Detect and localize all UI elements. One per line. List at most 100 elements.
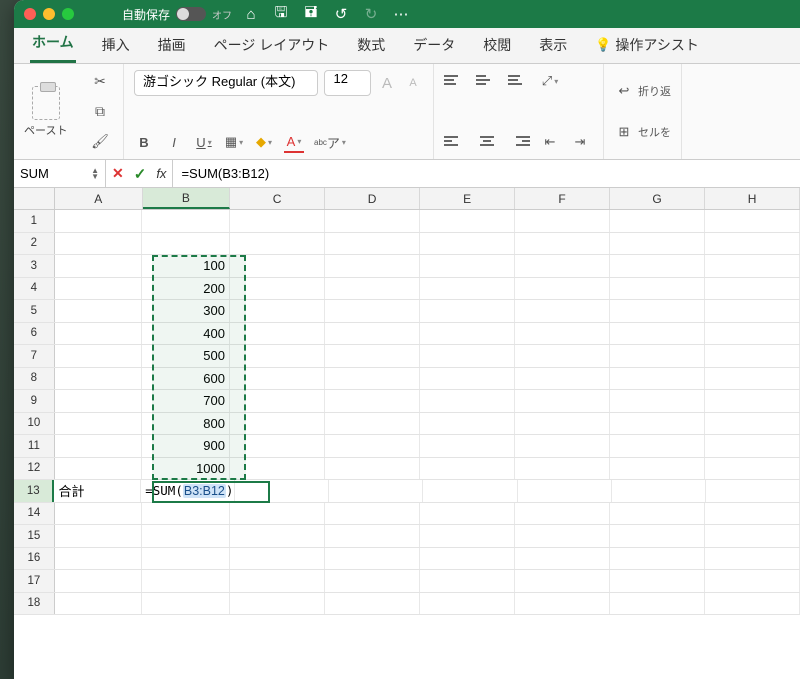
fill-color-button[interactable]: ◆▾	[254, 131, 274, 153]
cell-D2[interactable]	[325, 233, 420, 255]
cell-C12[interactable]	[230, 458, 325, 480]
save-as-icon[interactable]: 🖬	[300, 2, 322, 27]
save-icon[interactable]: 🖫	[270, 2, 292, 27]
row-header-9[interactable]: 9	[14, 390, 55, 412]
cell-C9[interactable]	[230, 390, 325, 412]
cancel-formula-icon[interactable]: ✕	[112, 165, 124, 182]
zoom-icon[interactable]	[62, 8, 74, 20]
col-header-B[interactable]: B	[143, 188, 231, 209]
cell-E14[interactable]	[420, 503, 515, 525]
name-box[interactable]: SUM ▲▼	[14, 160, 106, 187]
increase-font-icon[interactable]: A	[377, 72, 397, 94]
cell-H16[interactable]	[705, 548, 800, 570]
cell-C6[interactable]	[230, 323, 325, 345]
cell-G12[interactable]	[610, 458, 705, 480]
cell-F7[interactable]	[515, 345, 610, 367]
cell-F18[interactable]	[515, 593, 610, 615]
col-header-A[interactable]: A	[55, 188, 143, 209]
cell-A13[interactable]: 合計	[54, 480, 141, 502]
cell-H14[interactable]	[705, 503, 800, 525]
cell-D16[interactable]	[325, 548, 420, 570]
cell-A8[interactable]	[55, 368, 143, 390]
align-middle-icon[interactable]	[476, 70, 498, 90]
cell-B12[interactable]: 1000	[142, 458, 230, 480]
row-header-8[interactable]: 8	[14, 368, 55, 390]
font-size-select[interactable]: 12	[324, 70, 371, 96]
tab-insert[interactable]: 挿入	[100, 27, 132, 63]
cell-C11[interactable]	[230, 435, 325, 457]
cell-E17[interactable]	[420, 570, 515, 592]
fx-icon[interactable]: fx	[156, 166, 166, 181]
row-header-12[interactable]: 12	[14, 458, 55, 480]
cell-A9[interactable]	[55, 390, 143, 412]
cell-D18[interactable]	[325, 593, 420, 615]
cell-C3[interactable]	[230, 255, 325, 277]
row-header-17[interactable]: 17	[14, 570, 55, 592]
cell-F11[interactable]	[515, 435, 610, 457]
cell-A3[interactable]	[55, 255, 143, 277]
row-header-16[interactable]: 16	[14, 548, 55, 570]
cell-D15[interactable]	[325, 525, 420, 547]
cell-C8[interactable]	[230, 368, 325, 390]
cell-D12[interactable]	[325, 458, 420, 480]
row-header-1[interactable]: 1	[14, 210, 55, 232]
cell-F4[interactable]	[515, 278, 610, 300]
cell-F8[interactable]	[515, 368, 610, 390]
col-header-F[interactable]: F	[515, 188, 610, 209]
cell-H13[interactable]	[706, 480, 800, 502]
border-button[interactable]: ▦▾	[224, 131, 244, 153]
cell-B1[interactable]	[142, 210, 230, 232]
cell-D11[interactable]	[325, 435, 420, 457]
cell-G10[interactable]	[610, 413, 705, 435]
align-center-icon[interactable]	[476, 131, 498, 151]
cell-A11[interactable]	[55, 435, 143, 457]
cell-E2[interactable]	[420, 233, 515, 255]
cell-B3[interactable]: 100	[142, 255, 230, 277]
cell-E12[interactable]	[420, 458, 515, 480]
cell-A2[interactable]	[55, 233, 143, 255]
cell-H1[interactable]	[705, 210, 800, 232]
cell-H7[interactable]	[705, 345, 800, 367]
cell-B18[interactable]	[142, 593, 230, 615]
cell-A10[interactable]	[55, 413, 143, 435]
font-color-button[interactable]: A▾	[284, 131, 304, 153]
cell-H11[interactable]	[705, 435, 800, 457]
cell-C15[interactable]	[230, 525, 325, 547]
row-header-4[interactable]: 4	[14, 278, 55, 300]
row-header-2[interactable]: 2	[14, 233, 55, 255]
name-box-dropdown-icon[interactable]: ▲▼	[91, 168, 99, 180]
cell-A6[interactable]	[55, 323, 143, 345]
cell-G9[interactable]	[610, 390, 705, 412]
cell-A4[interactable]	[55, 278, 143, 300]
row-header-11[interactable]: 11	[14, 435, 55, 457]
cell-A12[interactable]	[55, 458, 143, 480]
row-header-13[interactable]: 13	[14, 480, 54, 502]
cell-F16[interactable]	[515, 548, 610, 570]
tab-formulas[interactable]: 数式	[355, 27, 387, 63]
cell-A1[interactable]	[55, 210, 143, 232]
cell-G5[interactable]	[610, 300, 705, 322]
cell-E16[interactable]	[420, 548, 515, 570]
paste-icon[interactable]	[32, 86, 60, 120]
row-header-3[interactable]: 3	[14, 255, 55, 277]
cell-D5[interactable]	[325, 300, 420, 322]
col-header-E[interactable]: E	[420, 188, 515, 209]
cell-C17[interactable]	[230, 570, 325, 592]
cut-icon[interactable]: ✂	[87, 71, 113, 93]
toggle-switch-icon[interactable]	[176, 7, 206, 21]
close-icon[interactable]	[24, 8, 36, 20]
cell-F2[interactable]	[515, 233, 610, 255]
cell-G8[interactable]	[610, 368, 705, 390]
cell-F14[interactable]	[515, 503, 610, 525]
cell-E4[interactable]	[420, 278, 515, 300]
cell-F3[interactable]	[515, 255, 610, 277]
tab-data[interactable]: データ	[411, 27, 457, 63]
redo-icon[interactable]: ↻	[360, 5, 382, 23]
more-icon[interactable]: ⋯	[390, 5, 412, 23]
cell-G6[interactable]	[610, 323, 705, 345]
cell-E5[interactable]	[420, 300, 515, 322]
cell-F9[interactable]	[515, 390, 610, 412]
format-painter-icon[interactable]: 🖌	[87, 131, 113, 153]
cell-H3[interactable]	[705, 255, 800, 277]
cell-C4[interactable]	[230, 278, 325, 300]
